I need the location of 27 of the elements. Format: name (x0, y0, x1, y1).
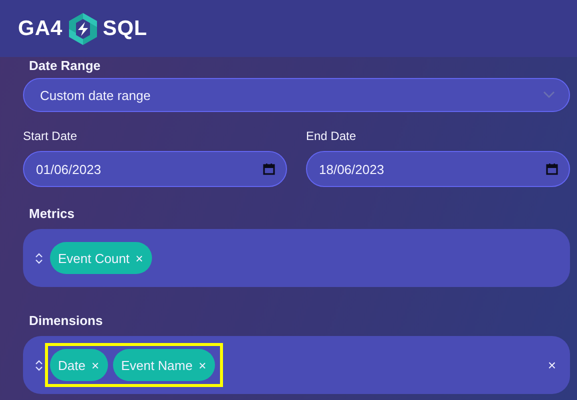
field-label: End Date (306, 129, 358, 143)
multi-select-field[interactable]: Event Count × (23, 229, 570, 287)
field-label: Date Range (28, 58, 102, 73)
date-input-field[interactable]: 01/06/2023 (23, 151, 287, 187)
chip-label: Event Count (58, 250, 130, 266)
field-label: Dimensions (28, 313, 104, 328)
date-range-select[interactable]: Custom date range (23, 78, 570, 112)
multi-select-field[interactable]: Date × Event Name × × (23, 336, 570, 394)
tag-chip[interactable]: Event Count × (50, 242, 152, 274)
date-input-field[interactable]: 18/06/2023 (306, 151, 570, 187)
logo-text: SQL (102, 16, 148, 40)
clear-button[interactable]: × (548, 357, 556, 373)
remove-button[interactable]: × (91, 358, 100, 372)
field-label: Metrics (28, 206, 76, 221)
remove-button[interactable]: × (136, 250, 144, 266)
logo-text: GA4 (18, 16, 63, 40)
chip-label: Event Name (121, 358, 193, 372)
chevron-down-icon (543, 91, 555, 99)
calendar-icon[interactable] (263, 163, 275, 175)
up-down-chevron-icon (35, 252, 43, 264)
tag-chip[interactable]: Event Name × (113, 349, 216, 381)
remove-button[interactable]: × (198, 358, 206, 372)
tag-chip[interactable]: Date × (50, 349, 108, 381)
chip-label: Date (58, 358, 86, 372)
field-label: Start Date (23, 129, 78, 143)
up-down-chevron-icon (35, 360, 43, 370)
calendar-icon[interactable] (546, 163, 558, 175)
